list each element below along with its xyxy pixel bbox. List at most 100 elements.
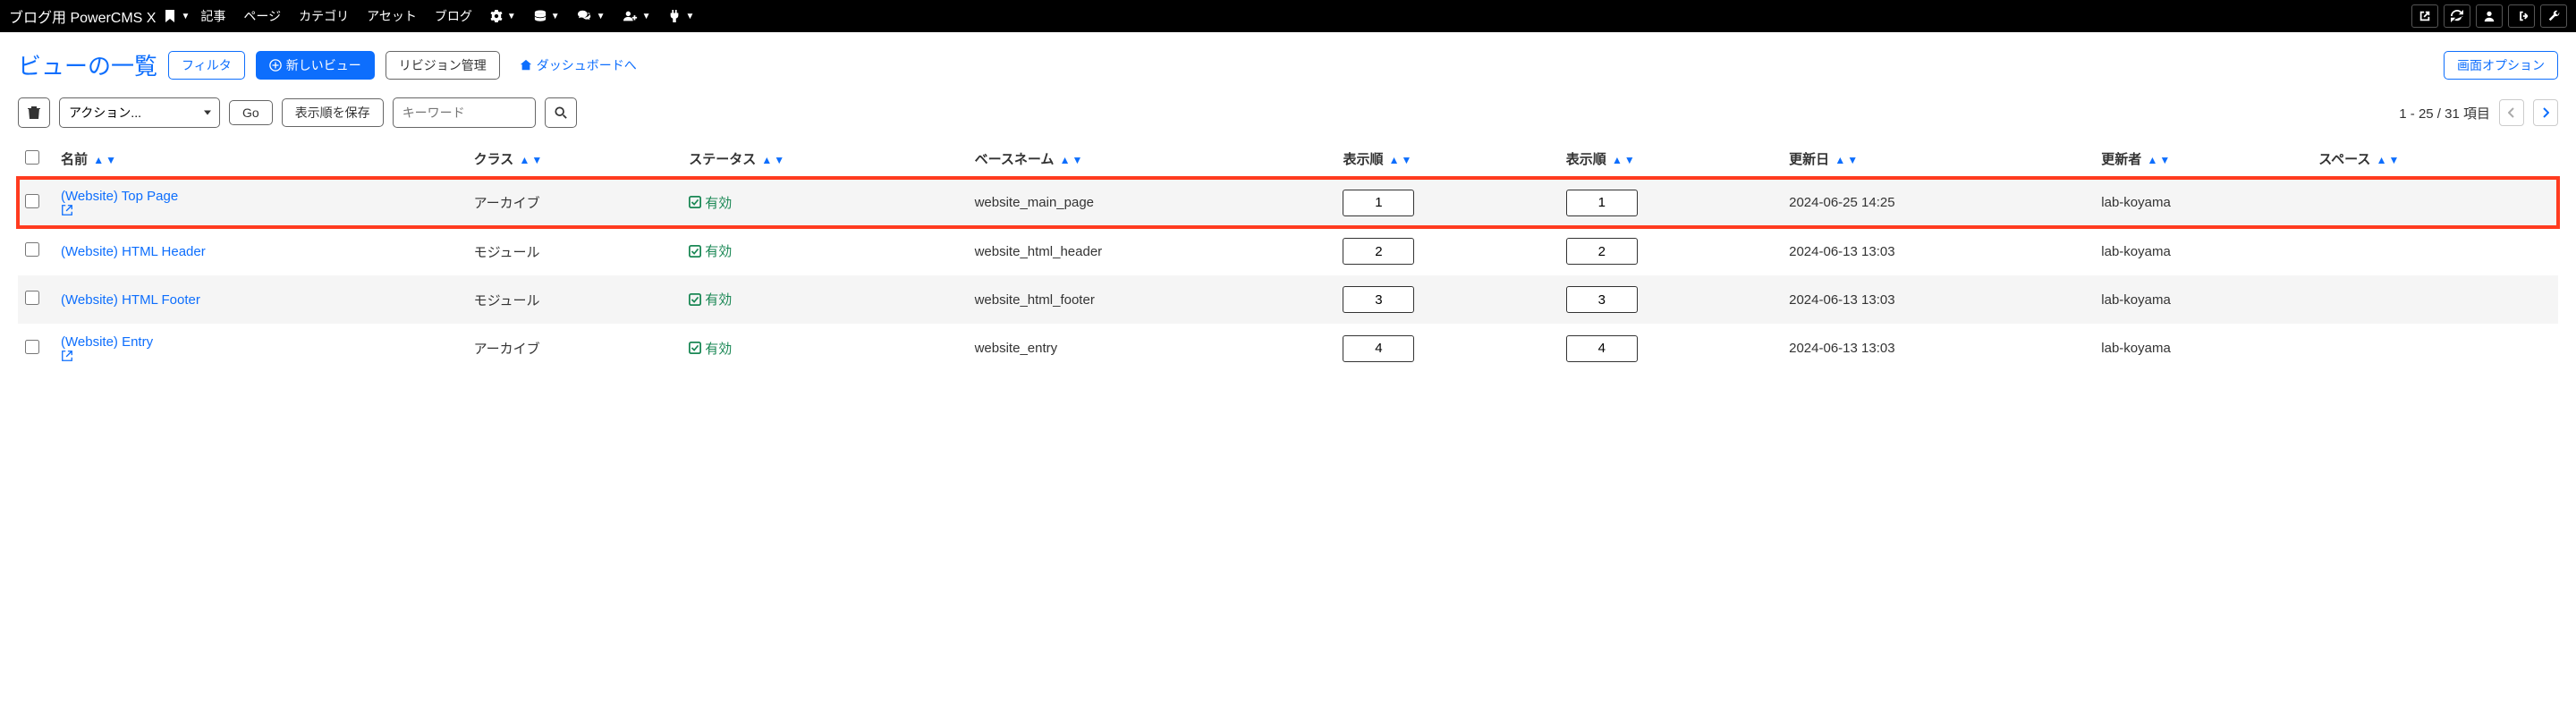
logout-button[interactable]	[2508, 4, 2535, 28]
bookmark-icon[interactable]	[165, 10, 175, 22]
row-space	[2311, 275, 2558, 324]
top-nav-left: ブログ用 PowerCMS X ▼ 記事 ページ カテゴリ アセット ブログ ▼…	[9, 5, 701, 27]
go-button[interactable]: Go	[229, 100, 273, 125]
brand-title[interactable]: ブログ用 PowerCMS X	[9, 5, 156, 27]
row-order1-input[interactable]	[1343, 286, 1414, 313]
nav-user-add-menu[interactable]: ▼	[616, 10, 658, 22]
check-square-icon	[689, 293, 701, 306]
nav-entries[interactable]: 記事	[193, 7, 233, 25]
sort-asc[interactable]: ▲	[1060, 154, 1071, 166]
col-order2: 表示順 ▲▼	[1559, 140, 1782, 178]
check-square-icon	[689, 245, 701, 258]
user-button[interactable]	[2476, 4, 2503, 28]
row-order2-input[interactable]	[1566, 335, 1638, 362]
row-basename: website_main_page	[968, 178, 1336, 228]
pager-prev-button[interactable]	[2499, 99, 2524, 126]
page-header: ビューの一覧 フィルタ 新しいビュー リビジョン管理 ダッシュボードへ 画面オプ…	[0, 32, 2576, 90]
nav-assets[interactable]: アセット	[360, 7, 424, 25]
row-checkbox[interactable]	[25, 291, 39, 305]
nav-blog[interactable]: ブログ	[428, 7, 479, 25]
sort-desc[interactable]: ▼	[106, 154, 116, 166]
row-status: 有効	[689, 241, 732, 260]
external-link-button[interactable]	[2411, 4, 2438, 28]
search-button[interactable]	[545, 97, 577, 128]
screen-options-button[interactable]: 画面オプション	[2444, 51, 2558, 80]
caret-down-icon: ▼	[642, 12, 651, 21]
nav-comments-menu[interactable]: ▼	[571, 10, 613, 22]
nav-plugin-menu[interactable]: ▼	[661, 10, 701, 22]
row-space	[2311, 178, 2558, 228]
row-class: モジュール	[467, 227, 682, 275]
sort-asc[interactable]: ▲	[1389, 154, 1400, 166]
sort-desc[interactable]: ▼	[1847, 154, 1858, 166]
row-order1-input[interactable]	[1343, 238, 1414, 265]
top-nav: ブログ用 PowerCMS X ▼ 記事 ページ カテゴリ アセット ブログ ▼…	[0, 0, 2576, 32]
row-order2-input[interactable]	[1566, 238, 1638, 265]
row-class: アーカイブ	[467, 324, 682, 373]
row-updated: 2024-06-25 14:25	[1782, 178, 2094, 228]
row-status: 有効	[689, 290, 732, 308]
row-checkbox[interactable]	[25, 194, 39, 208]
new-view-button[interactable]: 新しいビュー	[256, 51, 375, 80]
row-updated: 2024-06-13 13:03	[1782, 324, 2094, 373]
row-basename: website_html_header	[968, 227, 1336, 275]
nav-database-menu[interactable]: ▼	[527, 10, 567, 22]
sort-asc[interactable]: ▲	[2147, 154, 2157, 166]
tools-button[interactable]	[2540, 4, 2567, 28]
row-order2-input[interactable]	[1566, 190, 1638, 216]
row-class: モジュール	[467, 275, 682, 324]
sort-desc[interactable]: ▼	[1624, 154, 1635, 166]
caret-down-icon: ▼	[685, 12, 694, 21]
delete-button[interactable]	[18, 97, 50, 128]
page-title: ビューの一覧	[18, 48, 157, 81]
table-row: (Website) Entry アーカイブ 有効 website_entry 2…	[18, 324, 2558, 373]
pager: 1 - 25 / 31 項目	[2399, 99, 2558, 126]
refresh-button[interactable]	[2444, 4, 2470, 28]
caret-down-icon[interactable]: ▼	[181, 12, 190, 21]
row-name-link[interactable]: (Website) HTML Header	[61, 244, 206, 259]
nav-pages[interactable]: ページ	[236, 7, 288, 25]
row-updated: 2024-06-13 13:03	[1782, 227, 2094, 275]
top-nav-right	[2411, 4, 2567, 28]
sort-desc[interactable]: ▼	[531, 154, 542, 166]
sort-desc[interactable]: ▼	[2389, 154, 2400, 166]
external-link-icon[interactable]	[61, 350, 460, 362]
sort-desc[interactable]: ▼	[774, 154, 784, 166]
sort-asc[interactable]: ▲	[1835, 154, 1845, 166]
nav-gear-menu[interactable]: ▼	[483, 10, 523, 22]
sort-asc[interactable]: ▲	[2377, 154, 2387, 166]
sort-asc[interactable]: ▲	[1612, 154, 1623, 166]
sort-desc[interactable]: ▼	[2159, 154, 2170, 166]
row-order1-input[interactable]	[1343, 190, 1414, 216]
row-updater: lab-koyama	[2094, 324, 2311, 373]
save-order-button[interactable]: 表示順を保存	[282, 98, 384, 127]
sort-asc[interactable]: ▲	[761, 154, 772, 166]
revisions-button[interactable]: リビジョン管理	[386, 51, 500, 80]
row-order1-input[interactable]	[1343, 335, 1414, 362]
sort-asc[interactable]: ▲	[519, 154, 530, 166]
row-class: アーカイブ	[467, 178, 682, 228]
row-checkbox[interactable]	[25, 242, 39, 257]
sort-desc[interactable]: ▼	[1402, 154, 1412, 166]
row-name-link[interactable]: (Website) Top Page	[61, 189, 178, 204]
views-table: 名前 ▲▼ クラス ▲▼ ステータス ▲▼ ベースネーム ▲▼ 表示順 ▲▼ 表…	[18, 140, 2558, 373]
row-name-link[interactable]: (Website) HTML Footer	[61, 292, 200, 308]
sort-asc[interactable]: ▲	[93, 154, 104, 166]
nav-categories[interactable]: カテゴリ	[292, 7, 356, 25]
search-icon	[555, 106, 567, 119]
row-name-link[interactable]: (Website) Entry	[61, 334, 153, 350]
action-select[interactable]: アクション...	[59, 97, 220, 128]
col-class: クラス ▲▼	[467, 140, 682, 178]
col-status: ステータス ▲▼	[682, 140, 967, 178]
pager-next-button[interactable]	[2533, 99, 2558, 126]
filter-button[interactable]: フィルタ	[168, 51, 245, 80]
row-checkbox[interactable]	[25, 340, 39, 354]
sort-desc[interactable]: ▼	[1072, 154, 1082, 166]
keyword-input[interactable]	[393, 97, 536, 128]
external-link-icon[interactable]	[61, 204, 460, 216]
select-all-checkbox[interactable]	[25, 150, 39, 165]
dashboard-link[interactable]: ダッシュボードへ	[520, 56, 637, 74]
row-basename: website_html_footer	[968, 275, 1336, 324]
row-order2-input[interactable]	[1566, 286, 1638, 313]
row-updater: lab-koyama	[2094, 227, 2311, 275]
